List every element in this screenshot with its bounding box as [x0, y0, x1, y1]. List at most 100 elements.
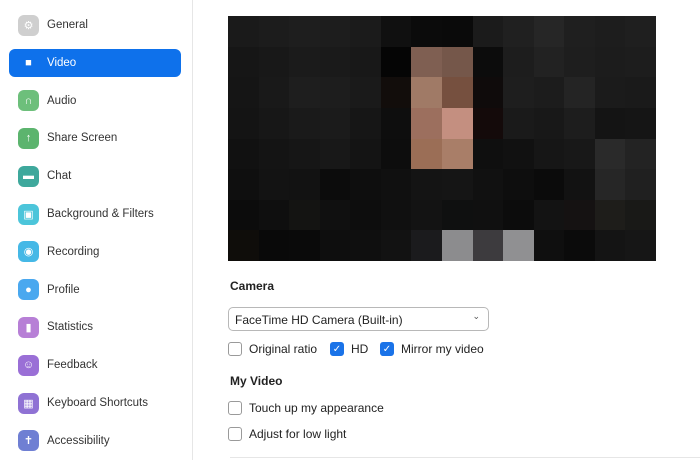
video-pixel	[411, 77, 442, 108]
sidebar-item-statistics[interactable]: ▮ Statistics	[9, 313, 181, 341]
low-light-checkbox[interactable]: Adjust for low light	[228, 427, 346, 441]
video-pixel	[564, 107, 595, 139]
video-pixel	[594, 77, 626, 108]
video-pixel	[319, 138, 351, 170]
sidebar-item-label: Background & Filters	[47, 208, 154, 220]
original-ratio-checkbox[interactable]: Original ratio	[228, 342, 317, 356]
video-pixel	[625, 199, 656, 231]
checkmark-icon: ✓	[330, 342, 344, 356]
video-pixel	[533, 77, 565, 108]
accessibility-icon: ✝	[18, 430, 39, 452]
video-pixel	[533, 199, 565, 231]
checkbox-label: Adjust for low light	[249, 427, 347, 441]
video-pixel	[533, 230, 565, 261]
video-pixel	[380, 230, 412, 261]
sidebar-item-general[interactable]: ⚙ General	[9, 11, 181, 39]
video-pixel	[441, 107, 473, 139]
video-pixel	[228, 199, 259, 231]
sidebar-item-share-screen[interactable]: ↑ Share Screen	[9, 124, 181, 152]
video-pixel	[625, 230, 656, 261]
sidebar-item-label: Chat	[47, 170, 72, 183]
video-pixel	[564, 138, 595, 170]
video-pixel	[228, 77, 259, 108]
video-pixel	[258, 230, 290, 261]
video-pixel	[472, 107, 504, 139]
video-pixel	[289, 46, 320, 78]
video-pixel	[441, 230, 473, 261]
sidebar-item-label: Profile	[47, 283, 80, 296]
video-pixel	[350, 16, 381, 47]
video-pixel	[258, 77, 290, 108]
video-pixel	[350, 230, 381, 261]
sidebar-item-label: Share Screen	[47, 132, 118, 145]
share-screen-icon: ↑	[18, 127, 39, 149]
sidebar-item-label: Recording	[47, 245, 100, 258]
sidebar-item-feedback[interactable]: ☺ Feedback	[9, 351, 181, 379]
video-pixel	[594, 46, 626, 78]
video-pixel	[319, 230, 351, 261]
video-pixel	[380, 77, 412, 108]
sidebar-item-keyboard-shortcuts[interactable]: ▦ Keyboard Shortcuts	[9, 389, 181, 417]
checkbox-box	[228, 401, 242, 415]
video-pixel	[228, 138, 259, 170]
video-pixel	[380, 16, 412, 47]
video-pixel	[472, 16, 504, 47]
video-pixel	[564, 169, 595, 200]
sidebar-item-chat[interactable]: ▬ Chat	[9, 162, 181, 190]
camera-select-value: FaceTime HD Camera (Built-in)	[235, 313, 403, 327]
hd-checkbox[interactable]: ✓ HD	[330, 342, 368, 356]
video-pixel	[350, 169, 381, 200]
video-pixel	[319, 169, 351, 200]
mirror-video-checkbox[interactable]: ✓ Mirror my video	[380, 342, 484, 356]
video-pixel	[564, 77, 595, 108]
video-pixel	[319, 46, 351, 78]
video-pixel	[258, 199, 290, 231]
video-pixel	[472, 77, 504, 108]
video-pixel	[594, 230, 626, 261]
video-pixel	[258, 107, 290, 139]
sidebar-item-accessibility[interactable]: ✝ Accessibility	[9, 427, 181, 455]
video-pixel	[503, 77, 534, 108]
checkbox-label: Original ratio	[249, 342, 318, 356]
sidebar-item-recording[interactable]: ◉ Recording	[9, 238, 181, 266]
video-camera-icon: ■	[25, 56, 32, 69]
sidebar-item-profile[interactable]: ● Profile	[9, 276, 181, 304]
video-pixel	[411, 107, 442, 139]
video-pixel	[380, 138, 412, 170]
settings-sidebar: ⚙ General ■ Video ∩ Audio ↑ Share Screen ▬ Chat ▣ B…	[0, 0, 193, 460]
video-pixel	[441, 77, 473, 108]
video-pixel	[289, 169, 320, 200]
camera-select[interactable]: FaceTime HD Camera (Built-in) ⌄	[228, 307, 489, 331]
video-pixel	[594, 138, 626, 170]
checkbox-label: Mirror my video	[401, 342, 484, 356]
video-pixel	[380, 199, 412, 231]
video-pixel	[289, 16, 320, 47]
video-pixel	[228, 16, 259, 47]
video-pixel	[289, 199, 320, 231]
video-pixel	[503, 16, 534, 47]
video-pixel	[319, 16, 351, 47]
video-preview	[228, 16, 656, 261]
user-icon: ●	[18, 279, 39, 301]
checkbox-label: Touch up my appearance	[249, 401, 384, 415]
video-pixel	[228, 169, 259, 200]
sidebar-item-background-filters[interactable]: ▣ Background & Filters	[9, 200, 181, 228]
video-pixel	[564, 46, 595, 78]
video-pixel	[258, 16, 290, 47]
sidebar-item-video[interactable]: ■ Video	[9, 48, 181, 77]
sidebar-item-audio[interactable]: ∩ Audio	[9, 87, 181, 115]
video-pixel	[503, 230, 534, 261]
video-pixel	[258, 138, 290, 170]
chat-bubble-icon: ▬	[18, 165, 39, 187]
background-icon: ▣	[18, 203, 39, 225]
video-pixel	[319, 107, 351, 139]
video-pixel	[441, 138, 473, 170]
video-pixel	[564, 230, 595, 261]
bar-chart-icon: ▮	[18, 316, 39, 338]
sidebar-item-label: Audio	[47, 94, 77, 107]
video-pixel	[258, 46, 290, 78]
touch-up-checkbox[interactable]: Touch up my appearance	[228, 401, 384, 415]
video-pixel	[625, 77, 656, 108]
video-pixel	[625, 138, 656, 170]
video-pixel	[350, 46, 381, 78]
